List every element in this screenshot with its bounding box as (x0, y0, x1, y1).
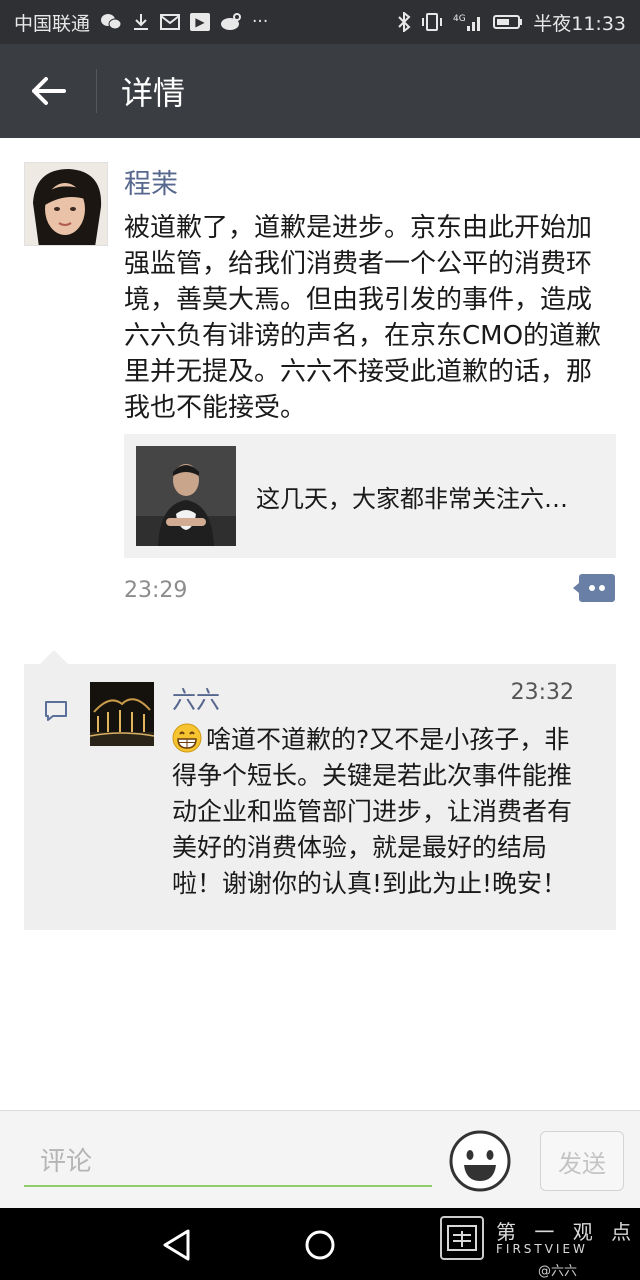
download-icon (132, 13, 150, 31)
comment-bubble-icon (573, 574, 615, 602)
author-name-link[interactable]: 程茉 (124, 162, 178, 201)
grin-emoji-icon (172, 723, 202, 753)
watermark-cn: 第 一 观 点 (496, 1220, 638, 1244)
back-button[interactable] (0, 44, 96, 138)
link-thumbnail (136, 446, 236, 546)
watermark-weibo: @六六 (538, 1264, 578, 1279)
post-text: 被道歉了，道歉是进步。京东由此开始加强监管，给我们消费者一个公平的消费环境，善莫… (124, 213, 602, 423)
link-card-title: 这几天，大家都非常关注六… (256, 484, 568, 513)
comment-input[interactable] (24, 1139, 432, 1187)
wechat-icon (100, 13, 122, 31)
nav-back-button[interactable] (160, 1228, 194, 1262)
send-button[interactable]: 发送 (540, 1131, 624, 1191)
more-notifications-icon: ··· (252, 12, 269, 32)
page-title: 详情 (121, 74, 186, 112)
comment-timestamp: 23:32 (510, 680, 574, 705)
battery-icon (493, 14, 523, 30)
watermark-en: FIRSTVIEW (496, 1242, 588, 1256)
svg-text:4G: 4G (453, 14, 466, 24)
top-bar: 详情 (0, 44, 640, 138)
vibrate-icon (421, 13, 443, 31)
circle-home-icon (305, 1230, 335, 1260)
mail-icon (160, 14, 181, 30)
comment-section: 六六 23:32 啥道不道歉的?又不是小孩子，非得争个短长。关键是若此次事件能推… (24, 664, 616, 930)
emoji-button[interactable] (448, 1129, 512, 1193)
nav-home-button[interactable] (304, 1229, 336, 1261)
comment-text-block: 啥道不道歉的?又不是小孩子，非得争个短长。关键是若此次事件能推动企业和监管部门进… (172, 722, 592, 902)
comment-text: 啥道不道歉的?又不是小孩子，非得争个短长。关键是若此次事件能推动企业和监管部门进… (172, 725, 573, 898)
watermark: 第 一 观 点 FIRSTVIEW @六六 (440, 1216, 640, 1280)
comment-menu-button[interactable] (572, 572, 616, 604)
clock-label: 半夜11:33 (533, 12, 626, 35)
bluetooth-icon (397, 12, 411, 32)
signal-icon: 4G (453, 12, 483, 32)
watermark-logo-icon (440, 1216, 484, 1260)
carrier-label: 中国联通 (14, 12, 91, 35)
comment-icon (44, 700, 68, 722)
status-bar: 中国联通 ▶ ··· 4G 半夜11:33 (0, 0, 640, 44)
commenter-avatar[interactable] (90, 682, 154, 746)
smiley-icon (449, 1130, 511, 1192)
comment-pointer (40, 650, 68, 664)
shared-link-card[interactable]: 这几天，大家都非常关注六… (124, 434, 616, 558)
author-avatar[interactable] (24, 162, 108, 246)
comment-input-bar: 发送 (0, 1110, 640, 1208)
post-timestamp: 23:29 (124, 578, 188, 603)
header-divider (96, 69, 97, 113)
triangle-back-icon (163, 1229, 190, 1261)
arrow-left-icon (32, 77, 66, 105)
commenter-name-link[interactable]: 六六 (172, 680, 220, 715)
video-app-icon: ▶ (190, 13, 211, 31)
weibo-icon (220, 13, 242, 31)
